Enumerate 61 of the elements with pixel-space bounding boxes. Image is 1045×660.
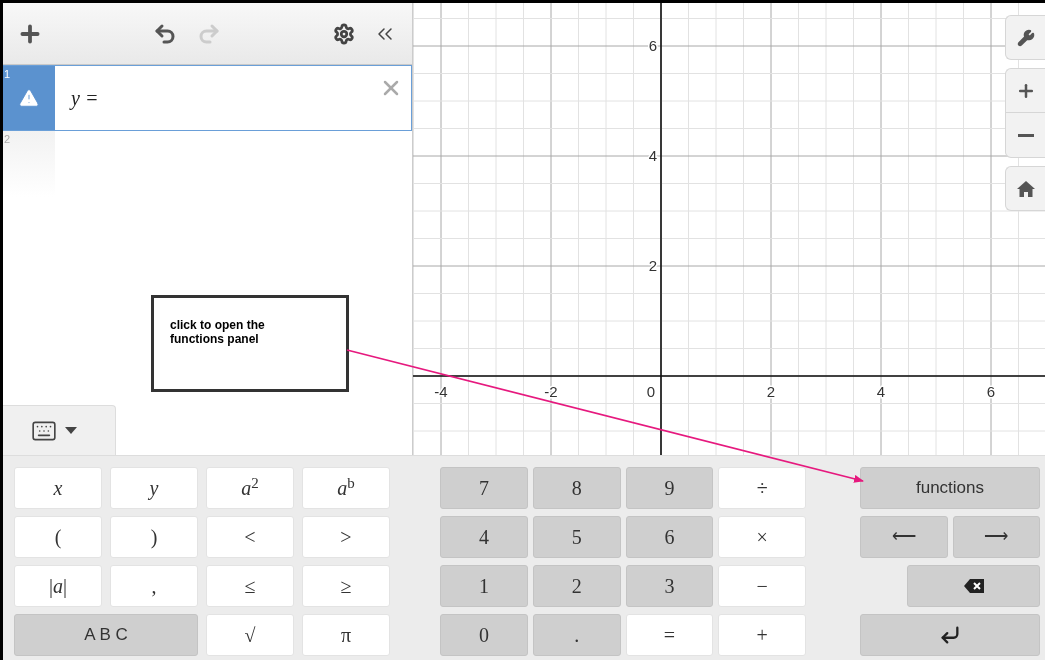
keypad-key[interactable]: = — [625, 614, 714, 656]
x-tick-label: 4 — [876, 383, 886, 400]
caret-icon — [65, 427, 77, 434]
settings-button[interactable] — [1005, 15, 1045, 60]
zoom-out-button[interactable] — [1005, 113, 1045, 158]
keypad-key[interactable]: 9 — [625, 467, 714, 509]
keypad-key[interactable]: functions — [860, 467, 1040, 509]
backspace-key[interactable] — [907, 565, 1040, 607]
home-icon — [1016, 180, 1035, 197]
expression-number: 1 — [4, 67, 11, 82]
keypad-key[interactable]: 6 — [625, 516, 714, 558]
keypad-key[interactable]: ⟶ — [952, 516, 1040, 558]
keyboard-toggle[interactable] — [3, 405, 116, 455]
keypad-key[interactable]: 4 — [440, 516, 528, 558]
keypad-key[interactable]: A B C — [14, 614, 198, 656]
zoom-in-button[interactable] — [1005, 68, 1045, 113]
keypad-key[interactable]: ÷ — [718, 467, 806, 509]
settings-icon — [333, 22, 355, 45]
keypad-key[interactable]: 2 — [532, 565, 621, 607]
keypad-key[interactable]: ≥ — [302, 565, 390, 607]
keypad-key[interactable]: 1 — [440, 565, 528, 607]
home-button[interactable] — [1005, 166, 1045, 211]
y-tick-label: 2 — [648, 257, 657, 274]
backspace-icon — [963, 579, 984, 593]
keypad-key[interactable]: a$^{2}$ — [206, 467, 294, 509]
keypad-key[interactable]: 7 — [440, 467, 528, 509]
keypad-key[interactable]: , — [110, 565, 198, 607]
keypad-key[interactable]: 3 — [625, 565, 714, 607]
keypad-key[interactable]: + — [718, 614, 806, 656]
x-tick-label: 0 — [646, 383, 656, 400]
expression-input[interactable]: y = — [71, 83, 99, 113]
keypad-key[interactable]: ) — [110, 516, 198, 558]
callout-text: click to open the functions panel — [170, 318, 265, 346]
keypad-key[interactable]: a$^{b}$ — [302, 467, 390, 509]
x-tick-label: -4 — [434, 383, 448, 400]
expression-number: 2 — [4, 132, 11, 147]
keypad-key[interactable]: √ — [206, 614, 294, 656]
keypad-key[interactable]: 0 — [440, 614, 528, 656]
keypad-key[interactable]: . — [532, 614, 621, 656]
x-tick-label: 6 — [986, 383, 996, 400]
keypad-key[interactable]: x — [14, 467, 102, 509]
keypad-key[interactable]: y — [110, 467, 198, 509]
x-tick-label: 2 — [766, 383, 776, 400]
minus-icon — [1017, 133, 1034, 137]
enter-icon — [939, 624, 961, 646]
wrench-icon — [1016, 28, 1035, 47]
expression-row[interactable]: 1 y = — [3, 65, 412, 131]
keypad-key[interactable]: |a| — [14, 565, 102, 607]
keypad-key[interactable]: 8 — [532, 467, 621, 509]
keypad-key[interactable]: π — [302, 614, 390, 656]
x-tick-label: -2 — [544, 383, 558, 400]
y-tick-label: 4 — [648, 147, 657, 164]
keypad-key[interactable]: ( — [14, 516, 102, 558]
keypad-key[interactable]: > — [302, 516, 390, 558]
keypad-key[interactable]: × — [718, 516, 806, 558]
keypad-key[interactable]: 5 — [532, 516, 621, 558]
keypad-key[interactable]: − — [718, 565, 806, 607]
keypad-key[interactable]: < — [206, 516, 294, 558]
keypad-key[interactable]: ≤ — [206, 565, 294, 607]
y-tick-label: 6 — [648, 37, 657, 54]
keypad-key[interactable]: ⟵ — [860, 516, 948, 558]
